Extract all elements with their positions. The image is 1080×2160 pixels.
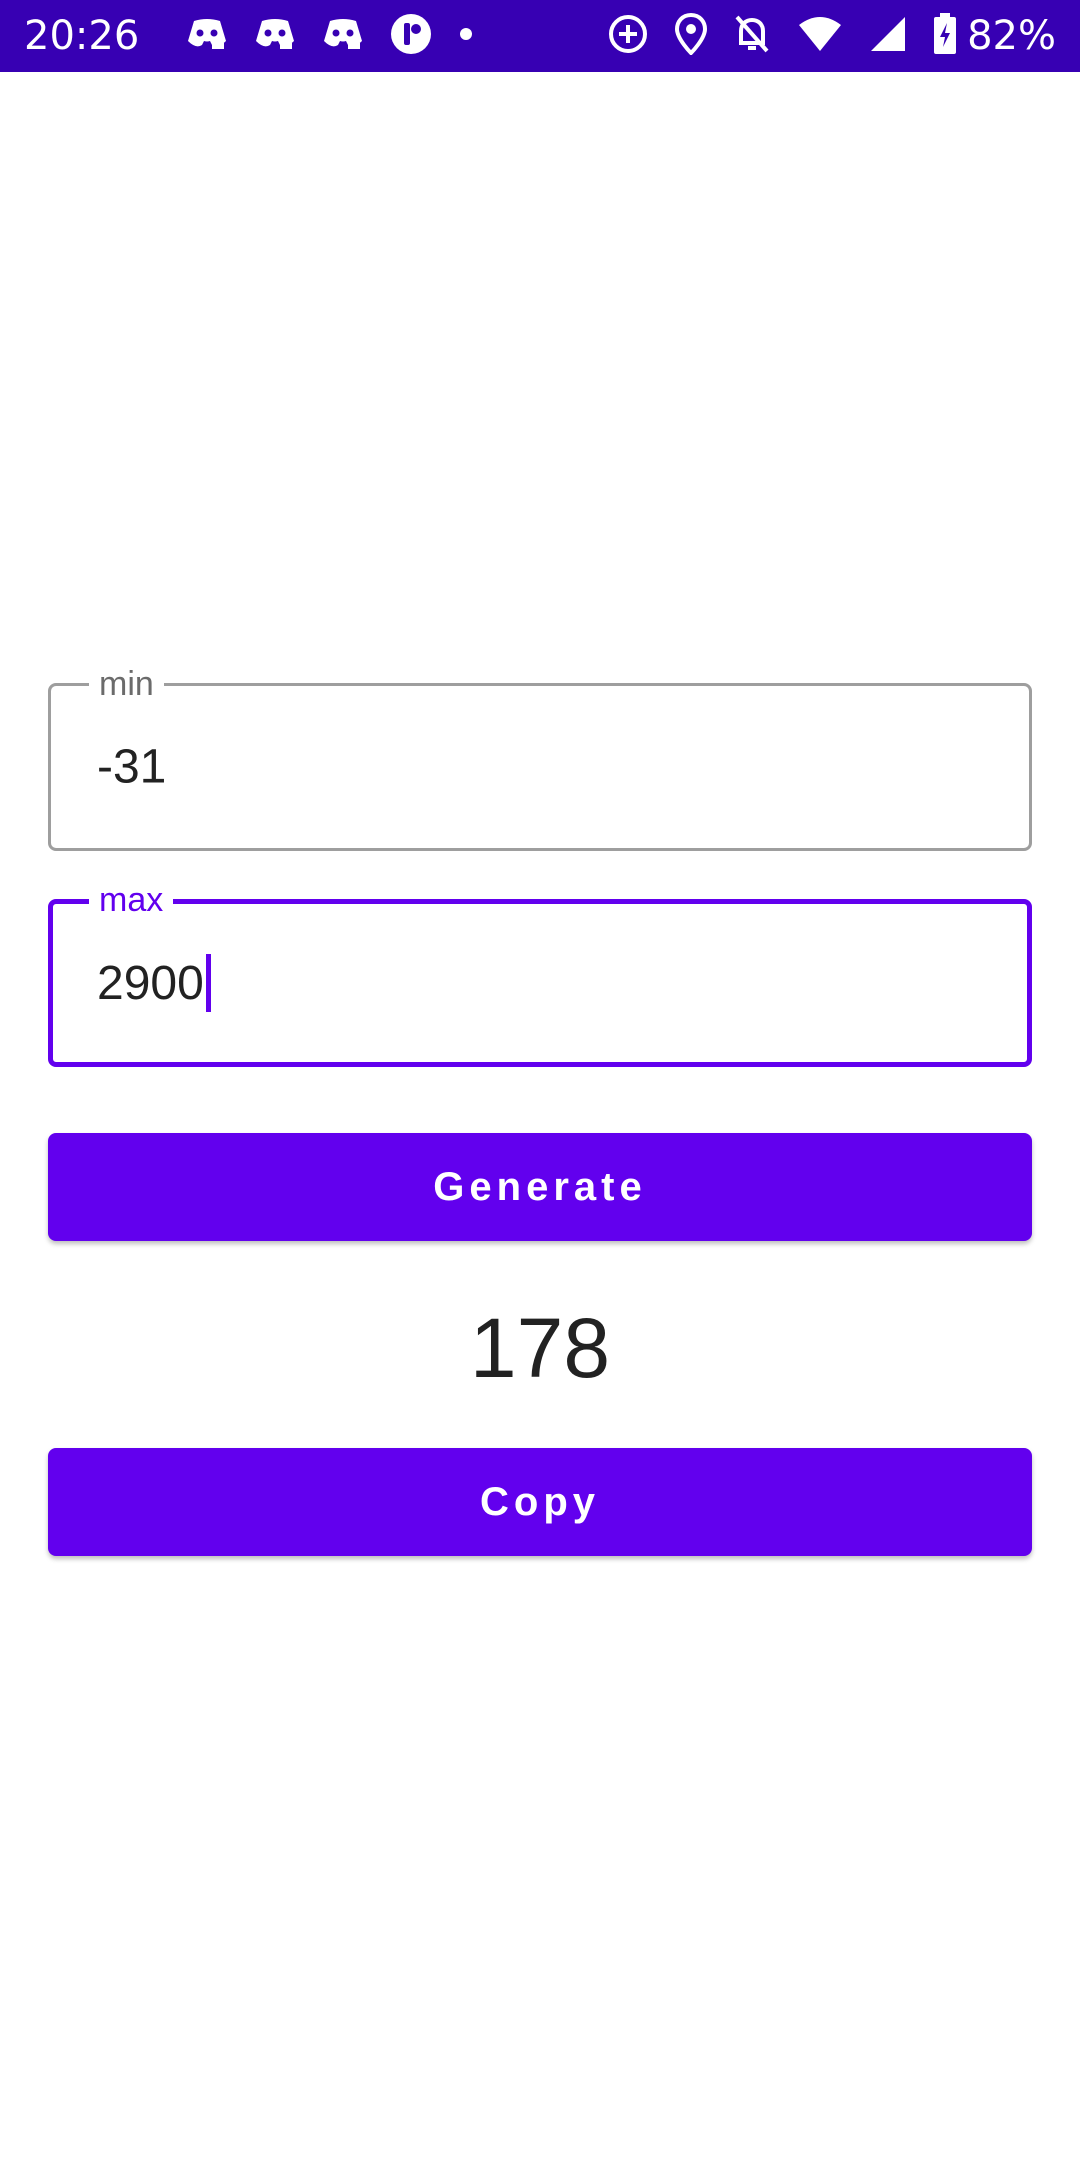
status-bar-left: 20:26 bbox=[24, 13, 487, 60]
data-saver-icon bbox=[607, 13, 649, 60]
result-number: 178 bbox=[469, 1301, 611, 1395]
status-bar: 20:26 82% bbox=[0, 0, 1080, 72]
bell-off-icon bbox=[733, 13, 771, 60]
signal-icon bbox=[869, 15, 907, 58]
max-field-value: 2900 bbox=[97, 956, 204, 1010]
max-field-label: max bbox=[89, 878, 174, 922]
max-field[interactable]: max 2900 bbox=[48, 878, 1032, 1067]
min-field-label: min bbox=[89, 662, 164, 706]
wifi-icon bbox=[797, 15, 843, 58]
copy-button[interactable]: Copy bbox=[48, 1448, 1032, 1556]
status-bar-right: 82% bbox=[594, 12, 1056, 60]
min-field-value[interactable]: -31 bbox=[97, 740, 166, 795]
discord-icon bbox=[254, 17, 296, 56]
status-time: 20:26 bbox=[24, 13, 140, 59]
max-field-value-wrap[interactable]: 2900 bbox=[97, 954, 211, 1012]
min-field[interactable]: min -31 bbox=[48, 662, 1032, 851]
app-icon bbox=[390, 13, 432, 60]
battery-percent: 82% bbox=[967, 13, 1056, 59]
text-caret bbox=[205, 954, 211, 1012]
dot-icon bbox=[458, 26, 474, 47]
discord-icon bbox=[322, 17, 364, 56]
battery-charging-icon bbox=[933, 12, 957, 60]
discord-icon bbox=[186, 17, 228, 56]
generate-button[interactable]: Generate bbox=[48, 1133, 1032, 1241]
location-icon bbox=[675, 12, 708, 60]
